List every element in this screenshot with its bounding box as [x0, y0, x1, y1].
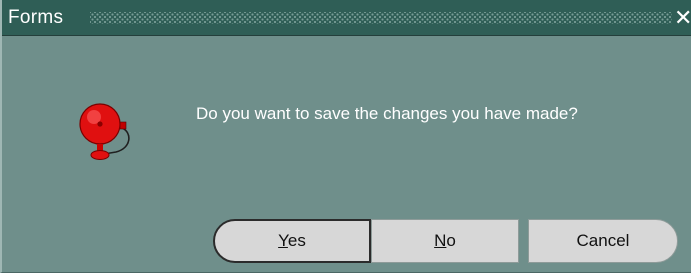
cancel-label: Cancel	[576, 231, 630, 250]
yes-label-rest: es	[287, 231, 306, 250]
cancel-button[interactable]: Cancel	[528, 219, 678, 263]
window-title: Forms	[8, 7, 64, 28]
title-bar-pattern	[90, 12, 672, 24]
no-label-rest: o	[446, 231, 456, 250]
title-bar[interactable]: Forms ✕	[2, 0, 691, 36]
alarm-bell-icon	[79, 103, 130, 160]
yes-mnemonic: Y	[278, 231, 288, 250]
no-mnemonic: N	[434, 231, 447, 250]
dialog-message: Do you want to save the changes you have…	[196, 104, 578, 123]
no-button[interactable]: No	[371, 219, 519, 263]
save-changes-dialog: Forms ✕ Do you want to save the changes …	[0, 0, 691, 273]
close-icon[interactable]: ✕	[674, 7, 691, 29]
yes-button[interactable]: Yes	[213, 219, 371, 263]
